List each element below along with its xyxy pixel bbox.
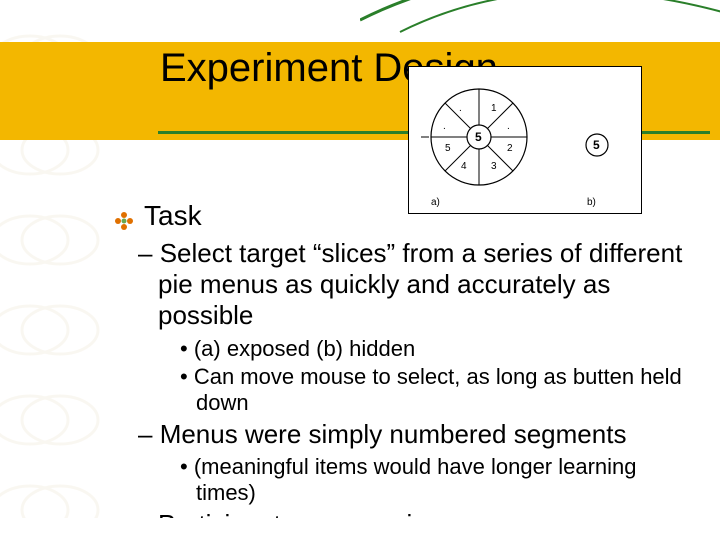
bullet-task: Task xyxy=(114,200,700,232)
bullet-exposed-hidden: (a) exposed (b) hidden xyxy=(180,336,700,362)
slice-3: 3 xyxy=(491,161,497,172)
bullet-meaningful-items: (meaningful items would have longer lear… xyxy=(180,454,700,507)
bullet-move-mouse: Can move mouse to select, as long as but… xyxy=(180,364,700,417)
slice-6: . xyxy=(443,121,446,132)
bottom-crop-mask xyxy=(0,518,720,540)
bullet-numbered-segments: Menus were simply numbered segments xyxy=(138,419,700,450)
slice-7: . xyxy=(459,103,462,114)
slide-body: Task Select target “slices” from a serie… xyxy=(100,200,700,537)
slice-5: 5 xyxy=(445,143,451,154)
slice-2n: 2 xyxy=(507,143,513,154)
flower-bullet-icon xyxy=(114,206,134,226)
bullet-select-target: Select target “slices” from a series of … xyxy=(138,238,700,332)
pie-menu-figure: 1 . 2 3 4 5 . . 5 a) 5 b) xyxy=(408,66,642,214)
pie-a-center: 5 xyxy=(475,130,482,144)
slice-1: 1 xyxy=(491,103,497,114)
bullet-task-label: Task xyxy=(144,200,202,232)
slice-2: . xyxy=(507,121,510,132)
slice-4: 4 xyxy=(461,161,467,172)
pie-b-center: 5 xyxy=(593,138,600,152)
